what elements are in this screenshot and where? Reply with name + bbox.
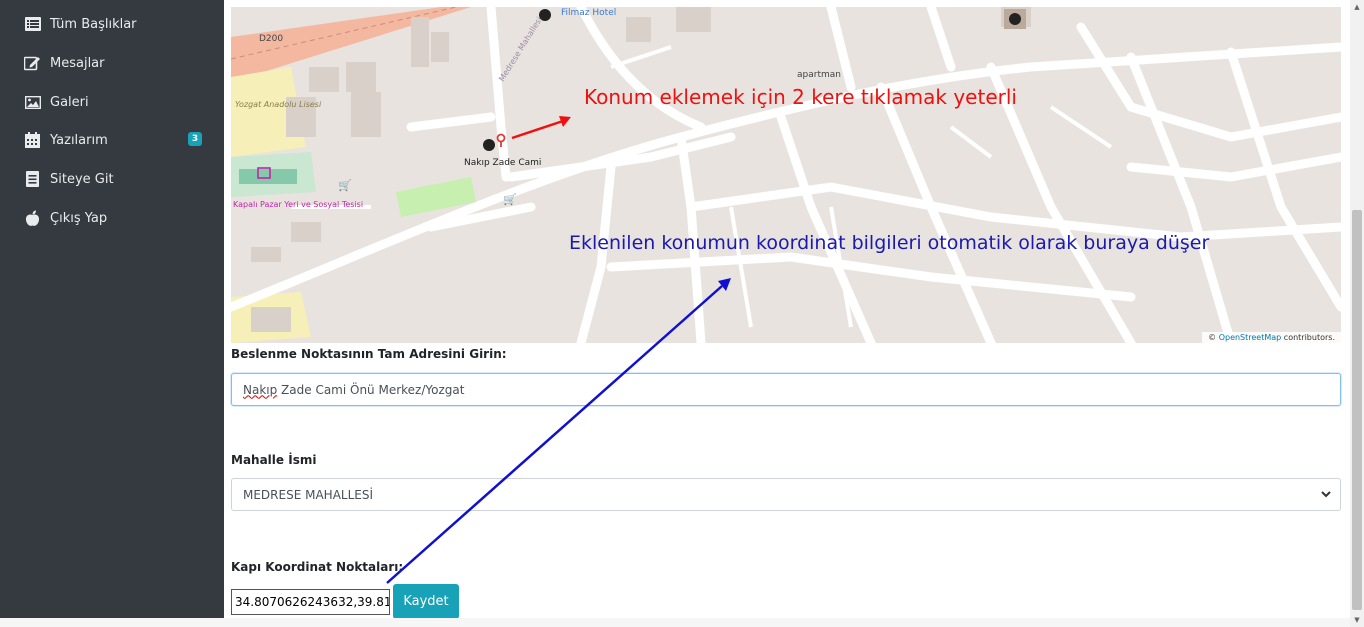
coordinate-label: Kapı Koordinat Noktaları: [231,560,404,574]
neighborhood-label: Mahalle İsmi [231,453,317,467]
apple-icon [24,210,41,227]
annotation-red: Konum eklemek için 2 kere tıklamak yeter… [584,85,1017,109]
document-icon [24,171,41,188]
sidebar-item-gallery[interactable]: Galeri [24,92,89,112]
address-value-misspelled: Nakıp [243,382,278,397]
image-icon [24,94,41,111]
copyright-symbol: © [1208,333,1217,342]
map-label-bazaar: Kapalı Pazar Yeri ve Sosyal Tesisi [233,200,363,209]
sidebar-item-logout[interactable]: Çıkış Yap [24,208,107,228]
sidebar: Tüm Başlıklar Mesajlar Galeri Yazılarım … [0,0,224,618]
sidebar-item-label: Yazılarım [50,132,108,148]
map-label-school: Yozgat Anadolu Lisesi [235,100,322,109]
sidebar-item-my-posts[interactable]: Yazılarım 3 [24,130,204,150]
neighborhood-select[interactable]: MEDRESE MAHALLESİ [231,478,1341,511]
address-label: Beslenme Noktasının Tam Adresini Girin: [231,347,507,361]
annotation-blue: Eklenilen konumun koordinat bilgileri ot… [569,232,1210,254]
chevron-down-icon [1321,491,1331,498]
map-label-mosque: Nakıp Zade Cami [464,158,541,168]
neighborhood-selected-value: MEDRESE MAHALLESİ [243,487,374,502]
sidebar-item-messages[interactable]: Mesajlar [24,53,105,73]
openstreetmap-link[interactable]: OpenStreetMap [1219,333,1282,342]
map-attribution: © OpenStreetMap contributors. [1202,332,1341,343]
edit-icon [24,55,41,72]
map-label-apartment: apartman [797,70,841,80]
svg-text:🛒: 🛒 [338,179,352,192]
horizontal-scrollbar[interactable] [0,618,1350,627]
page: Tüm Başlıklar Mesajlar Galeri Yazılarım … [0,0,1364,627]
calendar-icon [24,132,41,149]
address-value: Zade Cami Önü Merkez/Yozgat [277,382,465,397]
map-label-street: Medrese Mahallesi [497,15,544,83]
map-canvas: 🛒 🛒 D200 Filmaz Hotel apartman Nakıp Zad… [231,7,1341,343]
map-label-hotel: Filmaz Hotel [561,8,616,18]
scroll-down-icon[interactable]: ▼ [1352,615,1362,625]
sidebar-item-label: Siteye Git [50,171,114,187]
save-button[interactable]: Kaydet [393,584,459,619]
count-badge: 3 [188,132,202,146]
scrollbar-thumb[interactable] [1352,210,1362,610]
attribution-suffix: contributors. [1283,333,1335,342]
sidebar-item-all-topics[interactable]: Tüm Başlıklar [24,14,137,34]
address-input[interactable]: Nakıp Zade Cami Önü Merkez/Yozgat [231,373,1341,406]
svg-text:🛒: 🛒 [503,193,517,206]
sidebar-item-label: Galeri [50,94,89,110]
map-label-road: D200 [259,34,283,44]
sidebar-item-label: Çıkış Yap [50,210,108,226]
scroll-up-icon[interactable]: ▲ [1352,2,1362,12]
sidebar-item-label: Tüm Başlıklar [50,16,137,32]
sidebar-item-label: Mesajlar [50,55,105,71]
sidebar-item-go-to-site[interactable]: Siteye Git [24,169,114,189]
location-map[interactable]: 🛒 🛒 D200 Filmaz Hotel apartman Nakıp Zad… [231,7,1341,343]
list-icon [24,16,41,33]
coordinate-input[interactable]: 34.8070626243632,39.8188 [231,589,390,615]
